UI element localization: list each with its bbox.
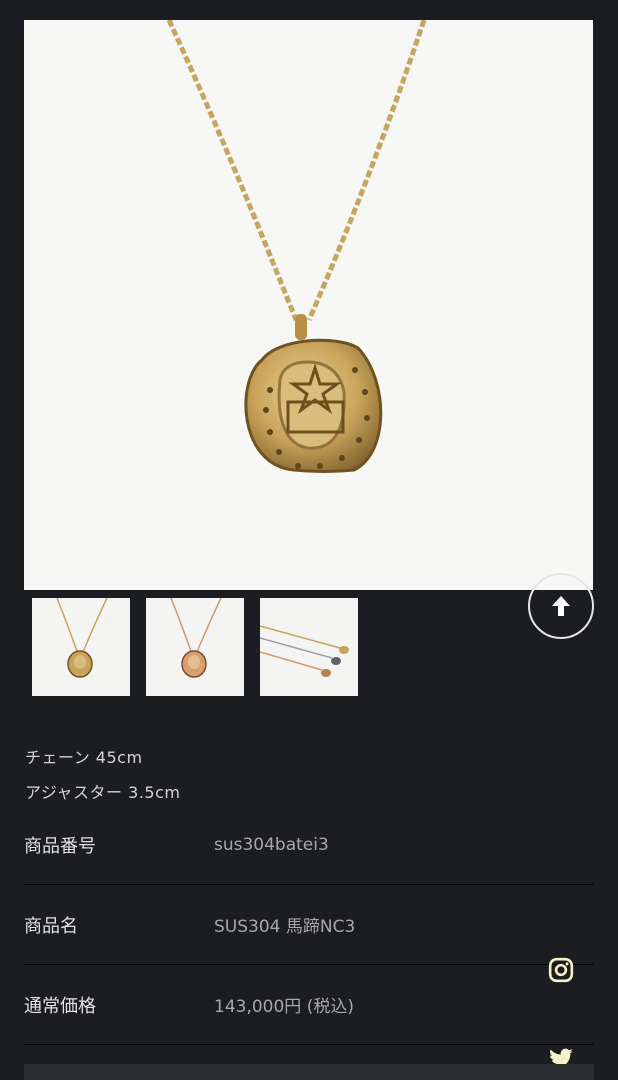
horseshoe-pendant-rose-thumbnail (170, 598, 222, 678)
product-description: チェーン 45cm アジャスター 3.5cm (25, 740, 180, 810)
thumbnail-list (32, 598, 358, 696)
spec-value: SUS304 馬蹄NC3 (214, 917, 356, 937)
description-line-chain: チェーン 45cm (25, 748, 143, 767)
product-main-image (24, 20, 593, 590)
cart-area-bar (24, 1064, 594, 1080)
thumbnail-1[interactable] (32, 598, 130, 696)
spec-row-regular-price: 通常価格 143,000円 (税込) (24, 965, 594, 1045)
instagram-link[interactable] (548, 957, 574, 983)
spec-label: 通常価格 (24, 995, 96, 1017)
spec-label: 商品番号 (24, 835, 96, 857)
arrow-up-icon (552, 596, 570, 616)
spec-value: sus304batei3 (214, 834, 329, 855)
chain-variations-thumbnail (260, 625, 349, 677)
spec-row-product-code: 商品番号 sus304batei3 (24, 805, 594, 885)
instagram-icon (548, 957, 574, 983)
thumbnail-3[interactable] (260, 598, 358, 696)
thumbnail-2[interactable] (146, 598, 244, 696)
spec-row-product-name: 商品名 SUS304 馬蹄NC3 (24, 885, 594, 965)
spec-value: 143,000円 (税込) (214, 997, 354, 1017)
spec-label: 商品名 (24, 915, 78, 937)
horseshoe-pendant-thumbnail (56, 598, 108, 678)
necklace-pendant-image (166, 20, 427, 473)
scroll-to-top-button[interactable] (528, 573, 594, 639)
